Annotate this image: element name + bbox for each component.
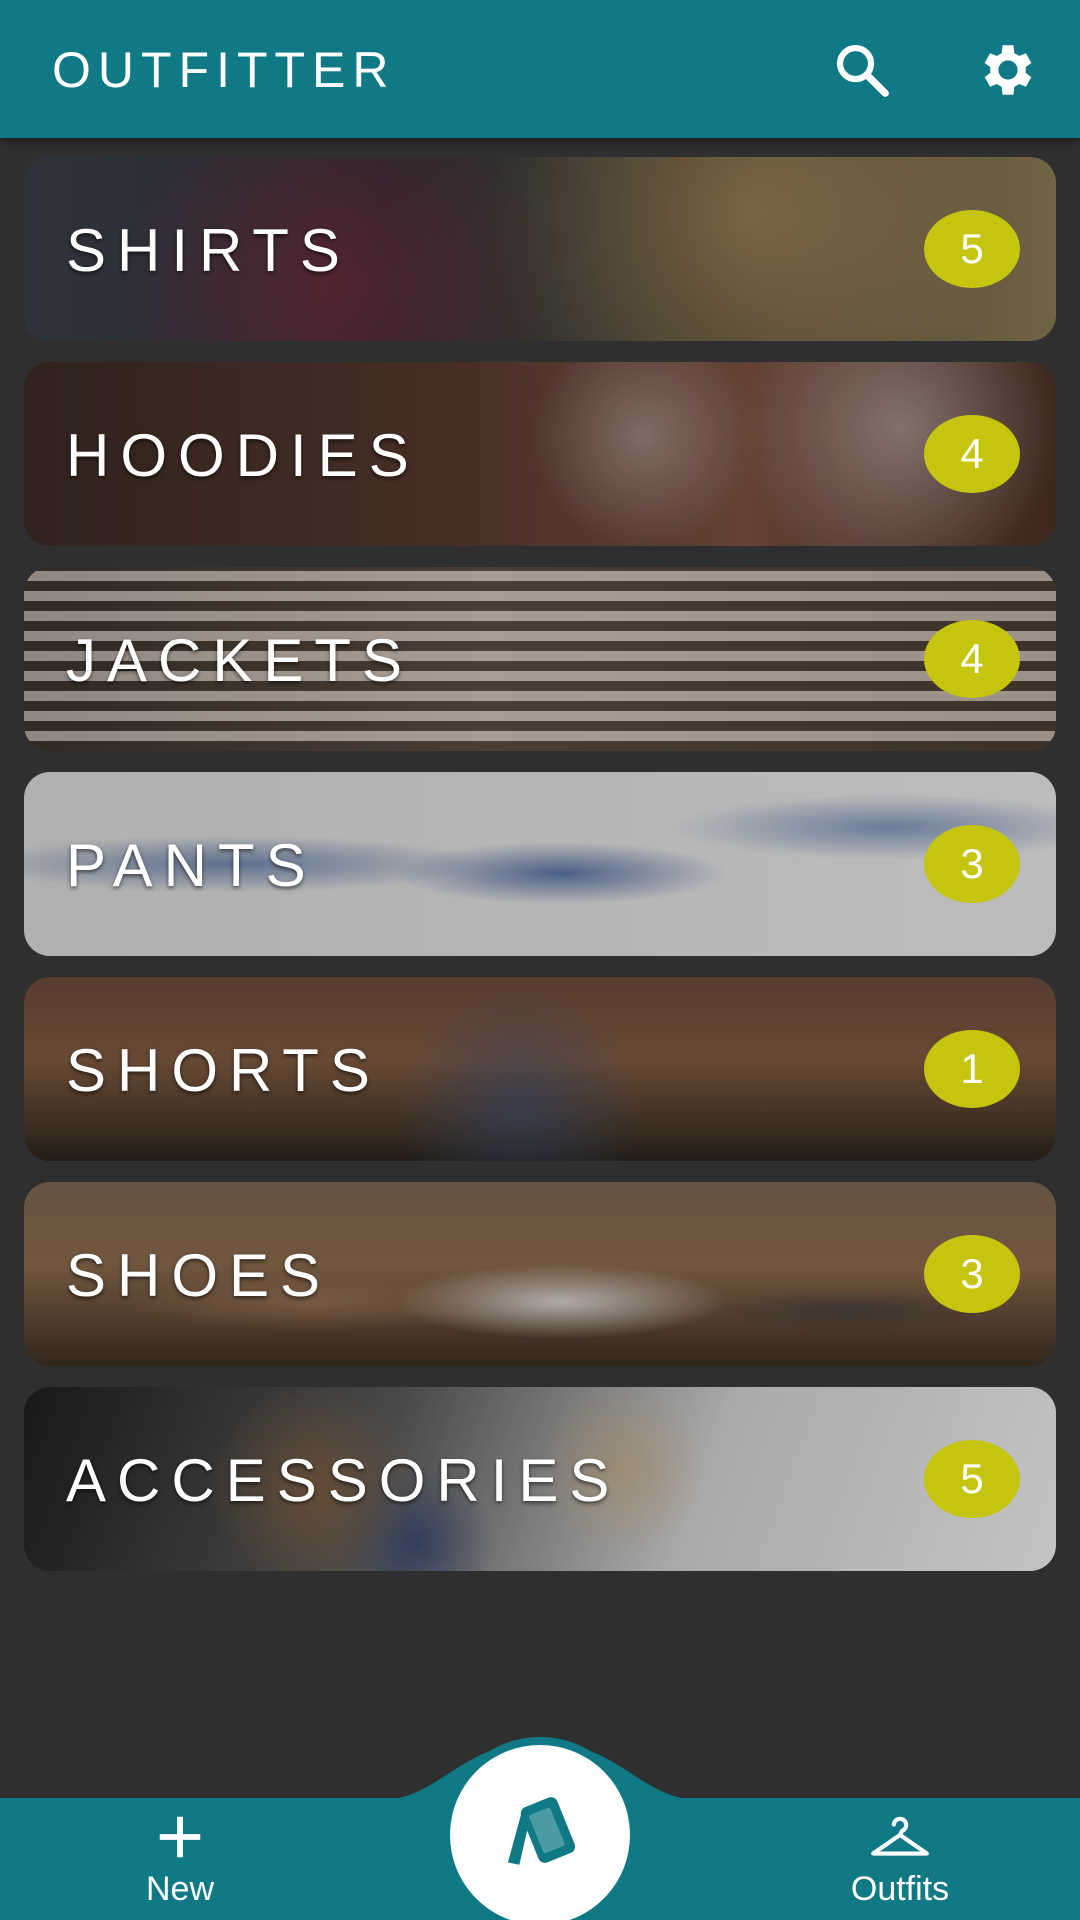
count-badge: 4 (924, 620, 1020, 698)
search-icon (836, 44, 889, 97)
nav-new-label: New (145, 1870, 215, 1908)
count-badge: 5 (924, 210, 1020, 288)
category-card-shirts[interactable]: SHIRTS 5 (24, 157, 1056, 341)
category-card-shorts[interactable]: SHORTS 1 (24, 977, 1056, 1161)
category-label: PANTS (66, 832, 317, 899)
category-label: SHIRTS (66, 217, 351, 284)
nav-new-button[interactable]: New (80, 1810, 280, 1920)
count-badge: 5 (924, 1440, 1020, 1518)
gear-icon (984, 45, 1032, 95)
category-card-pants[interactable]: PANTS 3 (24, 772, 1056, 956)
count-badge: 4 (924, 415, 1020, 493)
count-badge: 3 (924, 825, 1020, 903)
category-card-accessories[interactable]: ACCESSORIES 5 (24, 1387, 1056, 1571)
count-badge: 1 (924, 1030, 1020, 1108)
category-label: ACCESSORIES (66, 1447, 621, 1514)
cards-icon (507, 1797, 576, 1865)
category-list: SHIRTS 5 HOODIES 4 JACKETS 4 PANTS 3 SHO… (24, 157, 1056, 1592)
category-label: SHORTS (66, 1037, 381, 1104)
category-label: SHOES (66, 1242, 332, 1309)
center-action-button[interactable] (450, 1745, 630, 1920)
count-badge: 3 (924, 1235, 1020, 1313)
app-title: OUTFITTER (52, 42, 396, 98)
nav-outfits-button[interactable]: Outfits (800, 1810, 1000, 1920)
category-label: HOODIES (66, 422, 420, 489)
hanger-icon (871, 1816, 929, 1856)
category-card-hoodies[interactable]: HOODIES 4 (24, 362, 1056, 546)
nav-outfits-label: Outfits (850, 1870, 950, 1908)
plus-icon (159, 1816, 201, 1858)
settings-button[interactable] (968, 30, 1048, 110)
top-app-bar: OUTFITTER (0, 0, 1080, 138)
category-card-shoes[interactable]: SHOES 3 (24, 1182, 1056, 1366)
category-label: JACKETS (66, 627, 414, 694)
app-root: OUTFITTER SHIRTS 5 HOODIES 4 JACKETS 4 P… (0, 0, 1080, 1920)
category-card-jackets[interactable]: JACKETS 4 (24, 567, 1056, 751)
search-button[interactable] (822, 30, 902, 110)
